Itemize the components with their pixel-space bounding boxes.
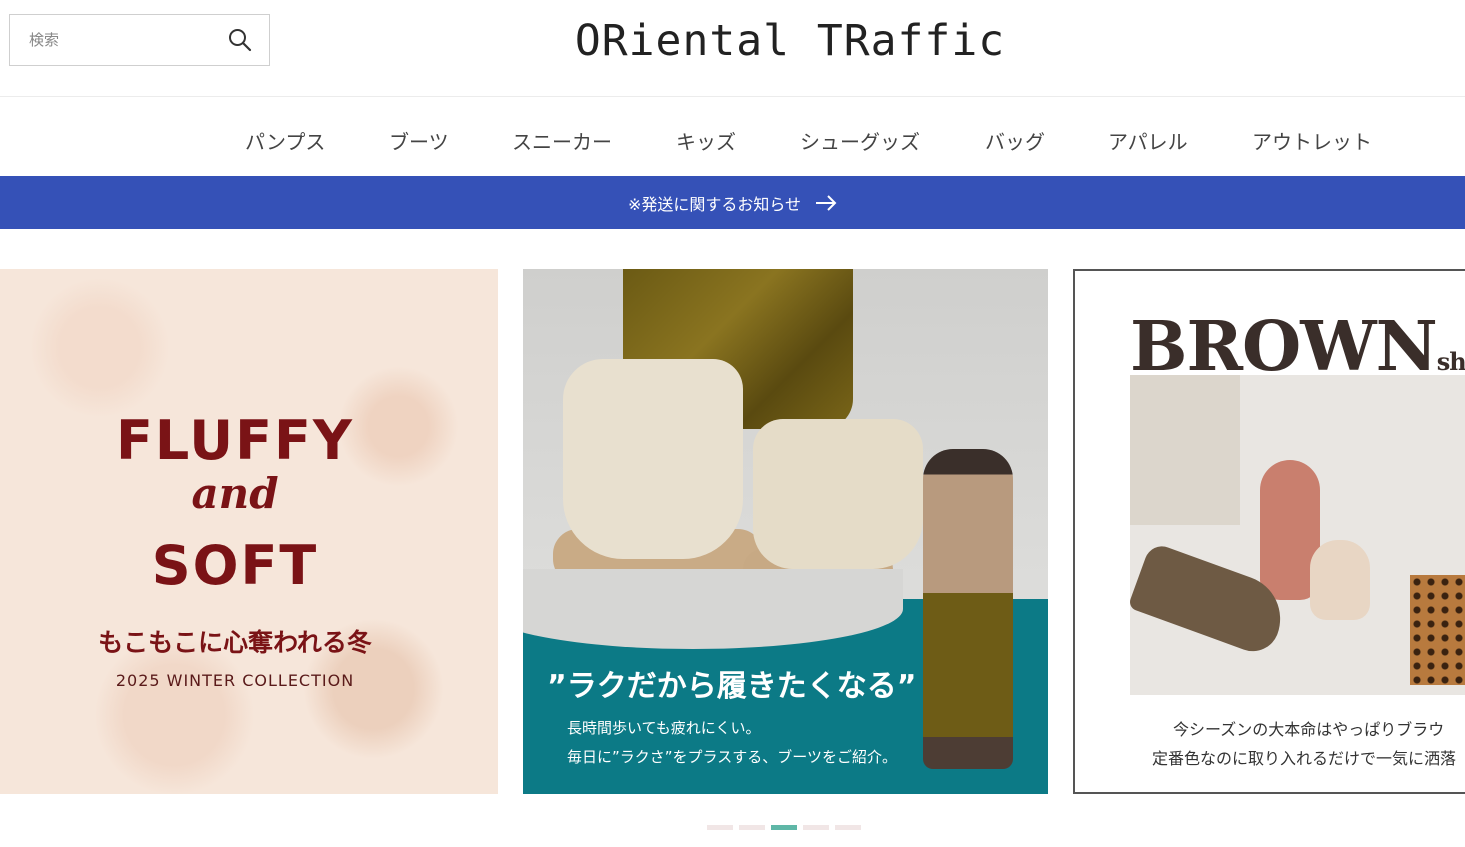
search-icon[interactable] (227, 27, 253, 53)
slide-photo-boot (563, 359, 743, 559)
nav-item-outlet[interactable]: アウトレット (1252, 126, 1372, 155)
slide-text: 今シーズンの大本命はやっぱりブラウ (1173, 720, 1445, 739)
search-input[interactable] (10, 15, 220, 65)
slide-photo-pants (1130, 375, 1240, 525)
carousel-dot[interactable] (835, 825, 861, 830)
carousel-dot[interactable] (707, 825, 733, 830)
carousel-slide-fluffy[interactable]: FLUFFY and SOFT もこもこに心奪われる冬 2025 WINTER … (0, 269, 498, 794)
nav-item-kids[interactable]: キッズ (676, 126, 736, 155)
shipping-notice-bar[interactable]: ※発送に関するお知らせ (0, 176, 1465, 229)
slide-collection-label: 2025 WINTER COLLECTION (115, 671, 355, 690)
nav-item-shoe-goods[interactable]: シューグッズ (800, 126, 920, 155)
carousel-dot[interactable] (803, 825, 829, 830)
carousel-slide-boots[interactable]: ”ラクだから履きたくなる” 長時間歩いても疲れにくい。 毎日に”ラクさ”をプラス… (523, 269, 1048, 794)
carousel-slide-brown[interactable]: BROWNsh 今シーズンの大本命はやっぱりブラウ 定番色なのに取り入れるだけで… (1073, 269, 1465, 794)
slide-text: 長時間歩いても疲れにくい。 (567, 719, 761, 737)
carousel-dot[interactable] (739, 825, 765, 830)
site-header: ORiental TRaffic (0, 0, 1465, 97)
slide-title-suffix: sh (1436, 347, 1465, 376)
nav-item-apparel[interactable]: アパレル (1108, 126, 1188, 155)
nav-item-pumps[interactable]: パンプス (245, 126, 325, 155)
nav-item-sneakers[interactable]: スニーカー (512, 126, 612, 155)
main-nav: パンプス ブーツ スニーカー キッズ シューグッズ バッグ アパレル アウトレッ… (0, 98, 1465, 176)
slide-headline: SOFT (151, 534, 319, 597)
slide-subtitle: もこもこに心奪われる冬 (98, 628, 372, 657)
slide-photo (1130, 375, 1465, 695)
slide-photo-boot (753, 419, 923, 569)
site-logo[interactable]: ORiental TRaffic (560, 12, 1020, 70)
slide-photo-leopard-shoe (1410, 575, 1465, 685)
slide-photo-vase (1310, 540, 1370, 620)
nav-item-boots[interactable]: ブーツ (389, 126, 449, 155)
notice-label: ※発送に関するお知らせ (627, 194, 802, 214)
slide-text: 毎日に”ラクさ”をプラスする、ブーツをご紹介。 (567, 748, 897, 766)
slide-headline: ”ラクだから履きたくなる” (547, 669, 917, 704)
nav-item-bags[interactable]: バッグ (985, 126, 1045, 155)
arrow-right-icon (816, 194, 837, 211)
carousel-dot-active[interactable] (771, 825, 797, 830)
slide-headline: and (191, 469, 279, 518)
slide-photo-model (923, 449, 1013, 769)
slide-headline: FLUFFY (115, 409, 355, 472)
search-box (9, 14, 270, 66)
slide-text: 定番色なのに取り入れるだけで一気に洒落 (1152, 749, 1457, 768)
carousel-pagination (707, 825, 861, 830)
